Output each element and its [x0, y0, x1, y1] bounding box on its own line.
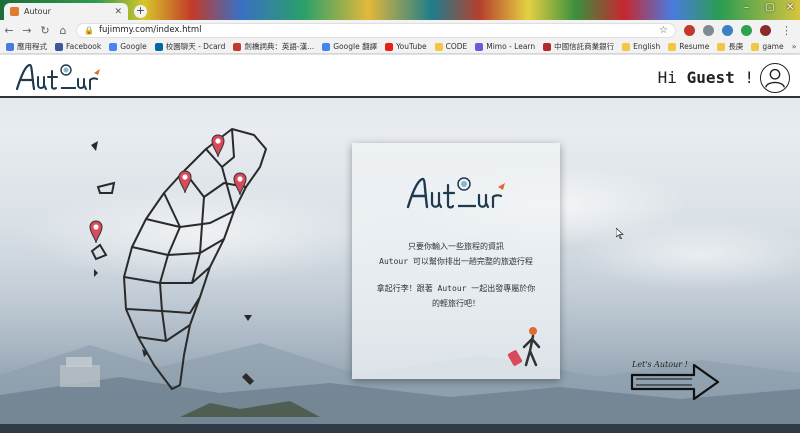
cta-label: Let's Autour ! [631, 360, 688, 369]
bookmark-icon [434, 42, 443, 51]
intro-line-2: Autour 可以幫你排出一趟完整的旅遊行程 [379, 257, 533, 266]
tab-title: Autour [24, 7, 51, 16]
minimize-icon[interactable]: – [744, 2, 749, 13]
intro-card: 只要你輸入一些旅程的資訊 Autour 可以幫你排出一趟完整的旅遊行程 拿起行李… [352, 143, 560, 379]
intro-line-1: 只要你輸入一些旅程的資訊 [408, 242, 504, 251]
bookmark-item[interactable]: 劍橋詞典：英語-漢... [233, 41, 314, 52]
lock-icon: 🔒 [84, 25, 94, 35]
bookmark-icon [622, 42, 631, 51]
bookmark-item[interactable]: Resume [668, 42, 709, 51]
url-text: fujimmy.com/index.html [98, 25, 202, 35]
bookmark-item[interactable]: YouTube [385, 42, 427, 51]
bookmark-label: Facebook [66, 42, 102, 51]
page-content: Hi Guest ! 只要你輸入一些旅程的資訊 Autour 可以幫你排出一趟完… [0, 55, 800, 433]
bookmark-item[interactable]: 長庚 [717, 41, 743, 52]
bookmark-icon [322, 42, 331, 51]
bookmark-item[interactable]: CODE [434, 42, 468, 51]
greeting-suffix: ! [734, 68, 754, 87]
autour-favicon-icon [10, 7, 19, 16]
bookmark-label: 長庚 [728, 42, 744, 51]
bookmark-item[interactable]: Google [109, 42, 147, 51]
page-footer [0, 424, 800, 433]
bookmark-icon [6, 42, 14, 51]
bookmarks-overflow-icon[interactable]: » [792, 42, 797, 51]
adblock-extension-icon[interactable] [684, 24, 695, 36]
bookmark-item[interactable]: English [622, 42, 660, 51]
profile-avatar-icon[interactable] [760, 24, 771, 36]
bookmark-label: Resume [679, 42, 710, 51]
lets-autour-button[interactable]: Let's Autour ! [630, 355, 722, 401]
bookmark-icon [475, 42, 484, 51]
browser-menu-icon[interactable]: ⋮ [781, 24, 792, 37]
user-account-icon[interactable] [760, 63, 790, 93]
close-window-icon[interactable]: ✕ [786, 2, 794, 13]
bookmark-label: Mimo - Learn [486, 42, 536, 51]
intro-line-4: 的輕旅行吧！ [432, 299, 480, 308]
address-bar: ← → ↻ ⌂ 🔒 fujimmy.com/index.html ☆ ⋮ [0, 20, 800, 40]
bookmark-item[interactable]: Google 翻譯 [322, 41, 377, 52]
intro-text: 只要你輸入一些旅程的資訊 Autour 可以幫你排出一趟完整的旅遊行程 拿起行李… [352, 239, 560, 311]
maximize-icon[interactable]: ▢ [765, 2, 774, 13]
bookmark-icon [154, 42, 163, 51]
greeting: Hi Guest ! [658, 68, 754, 87]
bookmark-label: Google [120, 42, 147, 51]
green-extension-icon[interactable] [741, 24, 752, 36]
bookmark-icon [543, 42, 552, 51]
bookmark-label: game [762, 42, 784, 51]
bookmark-label: YouTube [396, 42, 427, 51]
bookmark-item[interactable]: 中國信託商業銀行 [543, 41, 614, 52]
taiwan-map [89, 128, 267, 390]
bookmark-label: 劍橋詞典：英語-漢... [244, 42, 315, 51]
bookmark-star-icon[interactable]: ☆ [659, 25, 668, 36]
bookmark-icon [385, 42, 394, 51]
bookmark-label: English [633, 42, 661, 51]
greeting-prefix: Hi [657, 68, 687, 87]
bookmark-icon [109, 42, 118, 51]
traveler-icon [507, 327, 541, 367]
bookmark-item[interactable]: game [751, 42, 784, 51]
bookmark-label: Google 翻譯 [333, 42, 378, 51]
bookmark-item[interactable]: Mimo - Learn [475, 42, 535, 51]
user-name: Guest [686, 68, 735, 87]
bookmark-icon [717, 42, 726, 51]
forward-icon[interactable]: → [18, 24, 36, 37]
bookmark-label: CODE [445, 42, 468, 51]
bookmark-label: 校園聊天 - Dcard [165, 42, 226, 51]
bookmark-item[interactable]: 應用程式 [6, 41, 47, 52]
home-icon[interactable]: ⌂ [54, 24, 72, 37]
browser-tab[interactable]: Autour ✕ [4, 3, 128, 20]
bookmark-label: 中國信託商業銀行 [554, 42, 615, 51]
extension-icon[interactable] [703, 24, 714, 36]
close-tab-icon[interactable]: ✕ [114, 7, 122, 17]
intro-line-3: 拿起行李！跟著 Autour 一起出發專屬於你 [376, 284, 536, 293]
bookmark-icon [55, 42, 63, 51]
site-header: Hi Guest ! [0, 55, 800, 98]
new-tab-button[interactable]: + [134, 5, 147, 18]
mouse-pointer-icon [616, 228, 624, 239]
bookmark-icon [751, 42, 760, 51]
url-input[interactable]: 🔒 fujimmy.com/index.html ☆ [76, 22, 676, 38]
bookmark-label: 應用程式 [17, 42, 47, 51]
bookmarks-bar: 應用程式 Facebook Google 校園聊天 - Dcard 劍橋詞典：英語-漢.… [0, 40, 800, 54]
back-icon[interactable]: ← [0, 24, 18, 37]
autour-logo[interactable] [14, 61, 104, 93]
reload-icon[interactable]: ↻ [36, 24, 54, 37]
card-autour-logo [406, 177, 505, 209]
bookmark-icon [233, 42, 242, 51]
bookmark-item[interactable]: 校園聊天 - Dcard [154, 41, 226, 52]
translate-extension-icon[interactable] [722, 24, 733, 36]
bookmark-icon [668, 42, 677, 51]
bookmark-item[interactable]: Facebook [55, 42, 101, 51]
browser-tab-strip: Autour ✕ + – ▢ ✕ [0, 0, 800, 20]
